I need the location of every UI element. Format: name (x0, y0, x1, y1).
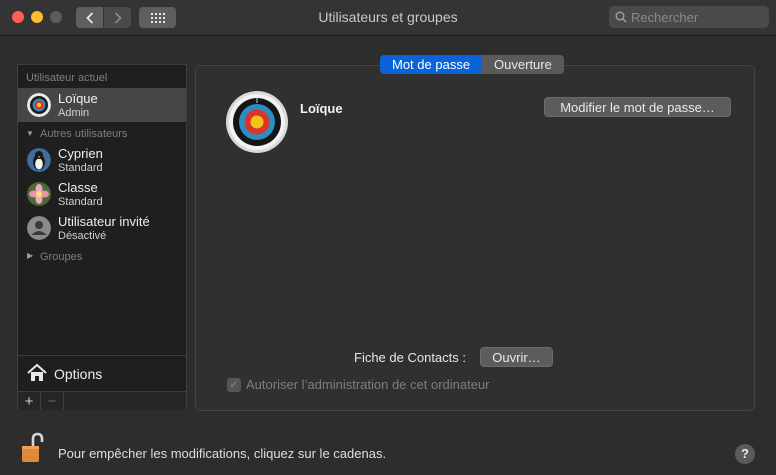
tab-bar: Mot de passe Ouverture (380, 55, 564, 74)
remove-user-button[interactable]: − (41, 392, 64, 410)
tab-password[interactable]: Mot de passe (380, 55, 483, 74)
disclosure-open-icon[interactable]: ▼ (26, 129, 34, 138)
search-icon (615, 11, 627, 23)
open-contacts-button[interactable]: Ouvrir… (480, 347, 553, 367)
add-user-button[interactable]: + (18, 392, 41, 410)
user-name: Classe (58, 180, 98, 195)
user-role: Standard (58, 196, 103, 208)
options-label: Options (54, 366, 103, 382)
current-user-section-label: Utilisateur actuel (26, 72, 108, 84)
help-button[interactable]: ? (735, 444, 755, 464)
target-icon (226, 91, 288, 153)
users-sidebar: Utilisateur actuel Loïque Admin ▼ Autres… (17, 64, 187, 410)
search-input[interactable] (631, 9, 761, 25)
user-full-name: Loïque (300, 101, 343, 116)
user-name: Utilisateur invité (58, 214, 150, 229)
change-password-button[interactable]: Modifier le mot de passe… (544, 97, 731, 117)
user-row-guest[interactable]: Utilisateur invité Désactivé (18, 211, 186, 245)
penguin-avatar-icon (27, 148, 51, 172)
unlocked-padlock-icon (22, 432, 44, 462)
user-role: Standard (58, 162, 103, 174)
user-role: Admin (58, 107, 90, 119)
user-name: Cyprien (58, 146, 103, 161)
house-icon (27, 363, 47, 381)
allow-admin-label: Autoriser l’administration de cet ordina… (246, 377, 490, 392)
search-field[interactable] (609, 6, 769, 28)
allow-admin-checkbox[interactable]: ✓ (227, 377, 241, 392)
lock-hint-text: Pour empêcher les modifications, cliquez… (58, 446, 387, 461)
tab-login-items[interactable]: Ouverture (482, 55, 564, 74)
allow-admin-checkbox-row[interactable]: ✓ Autoriser l’administration de cet ordi… (227, 377, 490, 392)
add-remove-bar: + − (18, 391, 186, 410)
disclosure-closed-icon[interactable]: ▶ (27, 251, 33, 260)
user-row-classe[interactable]: Classe Standard (18, 177, 186, 211)
contacts-card-label: Fiche de Contacts : (354, 350, 466, 365)
target-avatar-icon (27, 93, 51, 117)
titlebar: Utilisateurs et groupes (0, 0, 776, 36)
user-name: Loïque (58, 91, 98, 106)
user-role: Désactivé (58, 230, 107, 242)
groups-section-label[interactable]: Groupes (40, 251, 82, 263)
flower-avatar-icon (27, 182, 51, 206)
lock-button[interactable] (20, 432, 46, 464)
user-row-current[interactable]: Loïque Admin (18, 88, 186, 122)
user-row-cyprien[interactable]: Cyprien Standard (18, 143, 186, 177)
options-item[interactable]: Options (18, 355, 186, 391)
user-picture[interactable] (226, 91, 288, 153)
other-users-section-label: Autres utilisateurs (40, 128, 128, 140)
guest-avatar-icon (27, 216, 51, 240)
